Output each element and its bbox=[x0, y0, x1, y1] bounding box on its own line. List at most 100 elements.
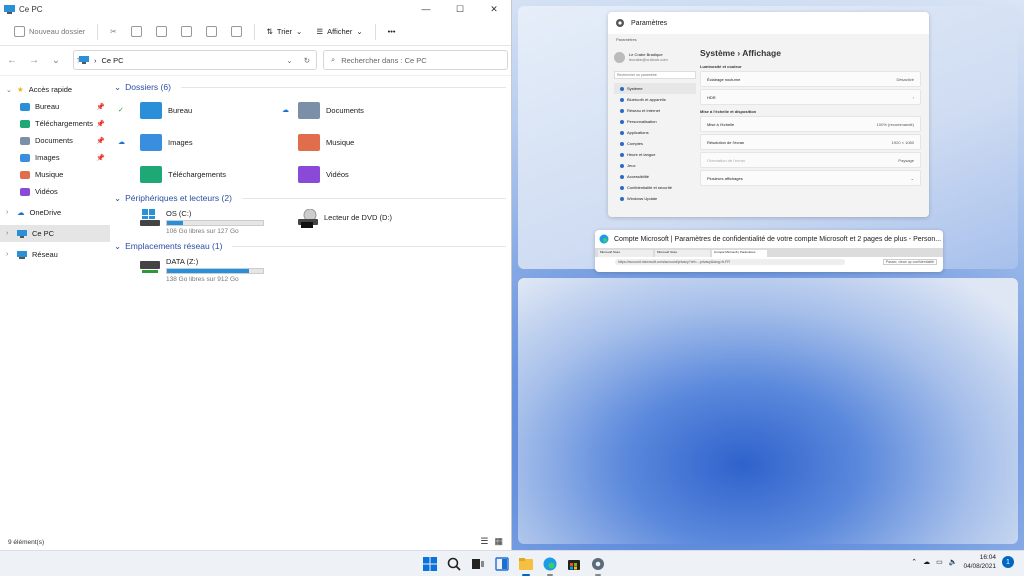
sidebar-item-music[interactable]: Musique bbox=[0, 166, 110, 183]
notification-badge[interactable]: 1 bbox=[1002, 556, 1014, 568]
more-options-button[interactable]: ••• bbox=[382, 24, 402, 39]
network-icon[interactable]: ▭ bbox=[936, 558, 943, 566]
cloud-icon[interactable]: ☁ bbox=[923, 558, 930, 566]
settings-nav-item: Bluetooth et appareils bbox=[614, 94, 696, 105]
browser-page-button: Passer, clean up confidentialité bbox=[882, 258, 937, 265]
network-icon bbox=[620, 108, 624, 113]
folder-music[interactable]: Musique bbox=[298, 126, 474, 158]
sidebar-item-documents[interactable]: Documents 📌 bbox=[0, 132, 110, 149]
folder-desktop[interactable]: ✓ Bureau bbox=[118, 94, 298, 126]
snap-zone-bottom[interactable] bbox=[518, 278, 1018, 544]
delete-button[interactable] bbox=[225, 23, 248, 40]
clock-date: 04/08/2021 bbox=[963, 563, 996, 570]
settings-main: Système › Affichage Luminosité et couleu… bbox=[700, 48, 921, 188]
address-bar[interactable]: › Ce PC ⌄ ↻ bbox=[73, 50, 317, 70]
settings-card: Orientation de l'écran Paysage bbox=[700, 152, 921, 168]
pin-icon[interactable]: 📌 bbox=[96, 120, 105, 128]
drive-dvd[interactable]: Lecteur de DVD (D:) bbox=[298, 205, 474, 239]
breadcrumb-separator-icon: › bbox=[94, 55, 97, 65]
task-view-button[interactable] bbox=[469, 555, 487, 573]
drives-grid: OS (C:) 106 Go libres sur 127 Go Lecteur… bbox=[122, 205, 510, 239]
settings-window-thumbnail[interactable]: Paramètres Paramètres Le Crabe Bradique … bbox=[608, 12, 929, 217]
music-folder-icon bbox=[298, 133, 320, 151]
pc-icon bbox=[17, 229, 27, 238]
search-button[interactable] bbox=[445, 555, 463, 573]
edge-taskbar-button[interactable] bbox=[541, 555, 559, 576]
browser-url: https://account.microsoft.com/account/pr… bbox=[615, 258, 845, 265]
file-explorer-taskbar-button[interactable] bbox=[517, 555, 535, 576]
folder-pictures[interactable]: ☁ Images bbox=[118, 126, 298, 158]
section-header-folders[interactable]: ⌄ Dossiers (6) bbox=[112, 80, 510, 94]
view-button[interactable]: ☰ Afficher ⌄ bbox=[310, 24, 368, 39]
pc-icon bbox=[4, 4, 15, 14]
settings-card: Éclairage nocturne Désactivé bbox=[700, 71, 921, 87]
sidebar-item-this-pc[interactable]: › Ce PC bbox=[0, 225, 110, 242]
minimize-button[interactable]: — bbox=[409, 0, 443, 18]
rename-button[interactable] bbox=[175, 23, 198, 40]
details-view-icon[interactable]: ☰ bbox=[480, 536, 488, 547]
drive-c[interactable]: OS (C:) 106 Go libres sur 127 Go bbox=[122, 205, 298, 239]
folder-documents[interactable]: ☁ Documents bbox=[282, 94, 474, 126]
clock-icon bbox=[620, 152, 624, 157]
start-button[interactable] bbox=[421, 555, 439, 573]
drive-usage-bar bbox=[166, 220, 264, 226]
sidebar-item-onedrive[interactable]: › ☁ OneDrive bbox=[0, 204, 110, 221]
store-taskbar-button[interactable] bbox=[565, 555, 583, 573]
sort-button[interactable]: ⇅ Trier ⌄ bbox=[261, 24, 309, 39]
edge-icon bbox=[599, 234, 609, 244]
widgets-icon bbox=[495, 557, 509, 571]
widgets-button[interactable] bbox=[493, 555, 511, 573]
new-folder-button[interactable]: Nouveau dossier bbox=[8, 23, 91, 40]
sidebar-item-quick-access[interactable]: ⌄ ★ Accès rapide bbox=[0, 81, 110, 98]
forward-arrow-icon[interactable]: → bbox=[28, 55, 40, 66]
clock[interactable]: 16:04 04/08/2021 bbox=[963, 553, 996, 571]
sidebar-item-videos[interactable]: Vidéos bbox=[0, 183, 110, 200]
network-drive-z[interactable]: DATA (Z:) 138 Go libres sur 912 Go bbox=[122, 253, 298, 287]
sidebar-item-pictures[interactable]: Images 📌 bbox=[0, 149, 110, 166]
gear-icon bbox=[616, 19, 624, 27]
share-button[interactable] bbox=[200, 23, 223, 40]
sidebar-item-downloads[interactable]: Téléchargements 📌 bbox=[0, 115, 110, 132]
sidebar-item-label: Musique bbox=[35, 170, 64, 179]
settings-nav-item: Réseau et Internet bbox=[614, 105, 696, 116]
recent-chevron-icon[interactable]: ⌄ bbox=[50, 55, 62, 66]
folder-label: Vidéos bbox=[326, 169, 349, 179]
rename-icon bbox=[180, 26, 192, 37]
chevron-up-icon[interactable]: ⌃ bbox=[911, 558, 917, 566]
network-icon bbox=[17, 250, 27, 259]
drive-free-space: 138 Go libres sur 912 Go bbox=[166, 276, 239, 283]
drive-label: Lecteur de DVD (D:) bbox=[324, 213, 392, 222]
address-dropdown-icon[interactable]: ⌄ bbox=[286, 56, 292, 65]
navigation-pane: ⌄ ★ Accès rapide Bureau 📌 Téléchargement… bbox=[0, 80, 110, 535]
copy-icon bbox=[130, 26, 142, 37]
browser-tab: Microsoft Store bbox=[598, 250, 653, 257]
refresh-icon[interactable]: ↻ bbox=[304, 56, 310, 65]
sidebar-item-network[interactable]: › Réseau bbox=[0, 246, 110, 263]
sort-label: Trier bbox=[276, 27, 293, 36]
folder-videos[interactable]: Vidéos bbox=[298, 158, 474, 190]
settings-card: HDR › bbox=[700, 89, 921, 105]
edge-window-thumbnail[interactable]: Compte Microsoft | Paramètres de confide… bbox=[595, 230, 943, 272]
chevron-down-icon: ⌄ bbox=[356, 27, 363, 36]
clock-time: 16:04 bbox=[979, 554, 996, 561]
cut-button[interactable]: ✂ bbox=[104, 24, 122, 39]
folder-downloads[interactable]: Téléchargements bbox=[122, 158, 298, 190]
paste-button[interactable] bbox=[150, 23, 173, 40]
maximize-button[interactable]: ☐ bbox=[443, 0, 477, 18]
sidebar-item-desktop[interactable]: Bureau 📌 bbox=[0, 98, 110, 115]
pin-icon[interactable]: 📌 bbox=[96, 137, 105, 145]
edge-icon bbox=[543, 557, 557, 571]
settings-taskbar-button[interactable] bbox=[589, 555, 607, 576]
close-button[interactable]: ✕ bbox=[477, 0, 511, 18]
pin-icon[interactable]: 📌 bbox=[96, 103, 105, 111]
pin-icon[interactable]: 📌 bbox=[96, 154, 105, 162]
section-header-devices[interactable]: ⌄ Périphériques et lecteurs (2) bbox=[112, 191, 510, 205]
copy-button[interactable] bbox=[125, 23, 148, 40]
section-header-network[interactable]: ⌄ Emplacements réseau (1) bbox=[112, 239, 510, 253]
back-arrow-icon[interactable]: ← bbox=[6, 55, 18, 66]
tiles-view-icon[interactable]: ▦ bbox=[494, 536, 503, 547]
settings-section-title: Luminosité et couleur bbox=[700, 64, 742, 69]
settings-nav-item: Confidentialité et sécurité bbox=[614, 182, 696, 193]
search-input[interactable]: ⌕ Rechercher dans : Ce PC bbox=[323, 50, 508, 70]
volume-icon[interactable]: 🔈 bbox=[949, 558, 958, 566]
